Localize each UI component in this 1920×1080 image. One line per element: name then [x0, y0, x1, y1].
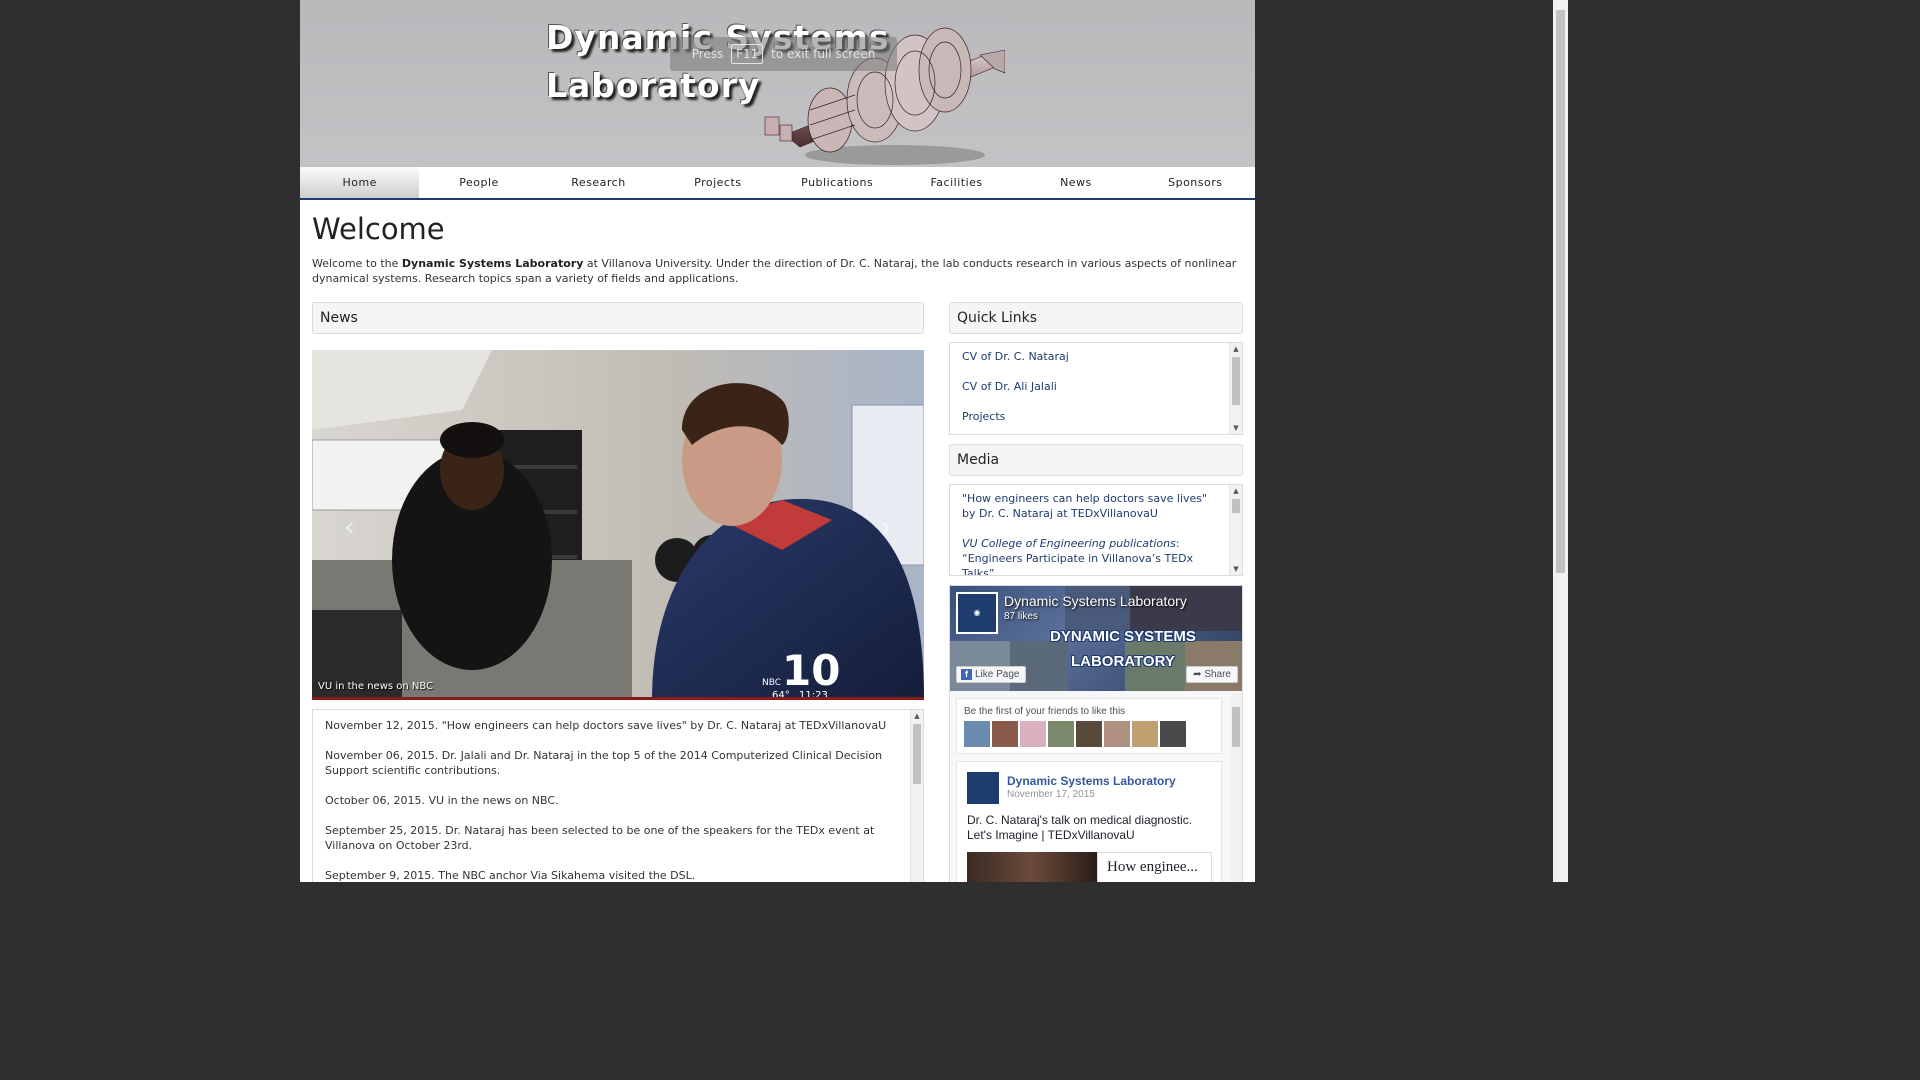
nav-news[interactable]: News	[1016, 167, 1135, 198]
avatar[interactable]	[1076, 721, 1102, 747]
avatar[interactable]	[1048, 721, 1074, 747]
scroll-down-icon[interactable]: ▼	[1230, 422, 1242, 434]
facebook-likes-count: 87 likes	[1004, 611, 1038, 622]
news-list: November 12, 2015. "How engineers can he…	[313, 710, 923, 882]
facebook-page-name[interactable]: Dynamic Systems Laboratory	[1004, 593, 1187, 609]
fullscreen-notice-after: to exit full screen	[771, 47, 876, 61]
carousel-image: 10 NBC 64° 11:23	[312, 350, 924, 700]
welcome-text: Welcome to the Dynamic Systems Laborator…	[312, 256, 1244, 286]
nav-projects[interactable]: Projects	[658, 167, 777, 198]
share-arrow-icon: ➦	[1193, 669, 1202, 680]
site-header: Dynamic Systems Laboratory Press F11 to …	[300, 0, 1255, 167]
site-title-line-2: Laboratory	[546, 66, 761, 105]
carousel-caption: VU in the news on NBC	[318, 681, 434, 692]
nav-facilities[interactable]: Facilities	[897, 167, 1016, 198]
post-author-name[interactable]: Dynamic Systems Laboratory	[1007, 774, 1176, 788]
news-item: November 12, 2015. "How engineers can he…	[325, 719, 887, 732]
browser-scrollbar[interactable]	[1553, 0, 1568, 882]
fullscreen-notice-before: Press	[691, 47, 724, 61]
news-list-box[interactable]: November 12, 2015. "How engineers can he…	[312, 709, 924, 882]
news-scrollbar[interactable]: ▲	[910, 710, 923, 882]
welcome-lab-name: Dynamic Systems Laboratory	[401, 257, 584, 270]
facebook-post: Dynamic Systems Laboratory November 17, …	[956, 761, 1222, 882]
nav-people[interactable]: People	[419, 167, 538, 198]
avatar[interactable]	[1104, 721, 1130, 747]
nav-sponsors[interactable]: Sponsors	[1136, 167, 1255, 198]
quick-link-cv-jalali[interactable]: CV of Dr. Ali Jalali	[962, 379, 1222, 394]
scroll-up-icon[interactable]: ▲	[1230, 485, 1242, 497]
facebook-share-button[interactable]: ➦ Share	[1186, 666, 1238, 683]
scroll-thumb[interactable]	[1232, 357, 1240, 405]
scroll-up-icon[interactable]: ▲	[911, 710, 923, 722]
tv-channel: 10	[782, 646, 840, 695]
post-text: Dr. C. Nataraj's talk on medical diagnos…	[967, 813, 1193, 842]
scroll-thumb[interactable]	[913, 724, 921, 784]
quick-link-cv-nataraj[interactable]: CV of Dr. C. Nataraj	[962, 349, 1222, 364]
villanova-logo-icon: ◉	[956, 592, 998, 634]
media-link-coe-source: VU College of Engineering publications	[962, 537, 1176, 550]
quick-links-heading: Quick Links	[949, 302, 1243, 334]
media-box: "How engineers can help doctors save liv…	[949, 484, 1243, 576]
fullscreen-key: F11	[731, 44, 764, 64]
scroll-thumb[interactable]	[1556, 10, 1565, 573]
welcome-text-before: Welcome to the	[312, 257, 402, 270]
facebook-friends-box: Be the first of your friends to like thi…	[956, 698, 1222, 754]
scroll-thumb[interactable]	[1232, 707, 1240, 747]
facebook-friends-text: Be the first of your friends to like thi…	[964, 706, 1126, 717]
friend-avatars	[964, 721, 1186, 747]
quick-links-scrollbar[interactable]: ▲ ▼	[1229, 343, 1242, 434]
tv-network: NBC	[762, 678, 781, 688]
quick-links-box: CV of Dr. C. Nataraj CV of Dr. Ali Jalal…	[949, 342, 1243, 435]
facebook-cover-line-2: LABORATORY	[1070, 653, 1175, 670]
news-heading: News	[312, 302, 924, 334]
media-link-coe[interactable]: VU College of Engineering publications: …	[962, 536, 1222, 575]
facebook-page-widget: ◉ Dynamic Systems Laboratory 87 likes DY…	[949, 585, 1243, 882]
news-carousel[interactable]: 10 NBC 64° 11:23 ‹ › VU in the news on N…	[312, 350, 924, 700]
avatar[interactable]	[964, 721, 990, 747]
scroll-down-icon[interactable]: ▼	[1230, 563, 1242, 575]
facebook-like-button[interactable]: f Like Page	[956, 666, 1027, 683]
post-link-title[interactable]: How enginee...	[1097, 852, 1212, 882]
media-link-tedx[interactable]: "How engineers can help doctors save liv…	[962, 491, 1222, 521]
facebook-cover-line-1: DYNAMIC SYSTEMS	[1050, 628, 1196, 645]
news-item: November 06, 2015. Dr. Jalali and Dr. Na…	[325, 749, 883, 777]
news-item: September 9, 2015. The NBC anchor Via Si…	[325, 869, 696, 882]
news-item: September 25, 2015. Dr. Nataraj has been…	[325, 824, 875, 852]
news-item: October 06, 2015. VU in the news on NBC.	[325, 794, 559, 807]
nav-home[interactable]: Home	[300, 167, 420, 198]
carousel-prev-icon[interactable]: ‹	[344, 510, 355, 543]
avatar[interactable]	[1160, 721, 1186, 747]
page-title: Welcome	[312, 212, 445, 246]
page: Dynamic Systems Laboratory Press F11 to …	[300, 0, 1255, 882]
quick-link-projects[interactable]: Projects	[962, 409, 1222, 424]
post-link-thumbnail[interactable]	[967, 852, 1097, 882]
media-heading: Media	[949, 444, 1243, 476]
nav-research[interactable]: Research	[539, 167, 658, 198]
post-author-avatar[interactable]	[967, 772, 999, 804]
facebook-like-label: Like Page	[975, 669, 1020, 680]
facebook-cover-title: DYNAMIC SYSTEMS LABORATORY	[1050, 624, 1196, 674]
avatar[interactable]	[1132, 721, 1158, 747]
carousel-progress	[312, 697, 924, 700]
media-scrollbar[interactable]: ▲ ▼	[1229, 485, 1242, 575]
facebook-share-label: Share	[1204, 669, 1231, 680]
avatar[interactable]	[992, 721, 1018, 747]
fullscreen-notice: Press F11 to exit full screen	[670, 37, 897, 71]
facebook-scrollbar[interactable]	[1230, 693, 1242, 882]
nav-publications[interactable]: Publications	[778, 167, 897, 198]
scroll-thumb[interactable]	[1232, 499, 1240, 513]
avatar[interactable]	[1020, 721, 1046, 747]
carousel-next-icon[interactable]: ›	[881, 510, 892, 543]
scroll-up-icon[interactable]: ▲	[1230, 343, 1242, 355]
facebook-cover[interactable]: ◉ Dynamic Systems Laboratory 87 likes DY…	[950, 586, 1242, 691]
main-nav: Home People Research Projects Publicatio…	[300, 167, 1255, 200]
post-date[interactable]: November 17, 2015	[1007, 789, 1095, 800]
facebook-f-icon: f	[961, 669, 972, 680]
